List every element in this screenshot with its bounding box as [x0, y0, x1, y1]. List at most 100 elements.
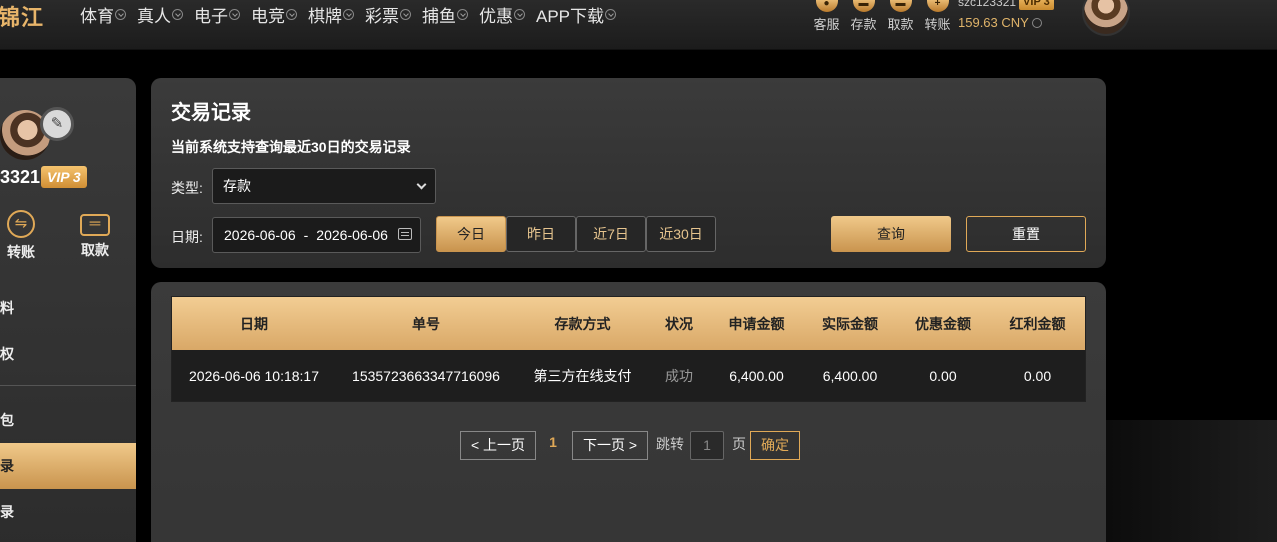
date-end: 2026-06-06	[316, 227, 388, 243]
sidebar-item-transaction-records[interactable]: 录	[0, 443, 136, 489]
calendar-icon	[398, 228, 412, 240]
vip-badge: VIP 3	[41, 166, 87, 188]
table-row: 2026-06-06 10:18:17 1535723663347716096 …	[172, 350, 1085, 401]
cell-discount-amount: 0.00	[896, 350, 990, 401]
chevron-down-icon	[286, 8, 297, 20]
current-page[interactable]: 1	[545, 431, 561, 460]
sidebar-item-wallet[interactable]: 包	[0, 397, 136, 443]
balance-text: 159.63 CNY	[958, 15, 1029, 30]
nav-item-promotions[interactable]: 优惠	[479, 3, 525, 26]
deposit-button[interactable]: ▬ 存款	[845, 0, 882, 33]
username-text: szc123321	[958, 0, 1017, 9]
table-header-row: 日期 单号 存款方式 状况 申请金额 实际金额 优惠金额 红利金额	[172, 297, 1085, 350]
column-header: 日期	[172, 297, 336, 350]
cell-requested-amount: 6,400.00	[709, 350, 804, 401]
customer-service-icon: ●	[815, 0, 838, 12]
nav-item-slots[interactable]: 电子	[194, 3, 240, 26]
range-7days-button[interactable]: 近7日	[576, 216, 646, 252]
customer-service-button[interactable]: ● 客服	[808, 0, 845, 33]
chevron-down-icon	[1031, 17, 1042, 28]
column-header: 状况	[649, 297, 709, 350]
column-header: 红利金额	[990, 297, 1085, 350]
transfer-icon: ⇋	[7, 210, 35, 238]
column-header: 单号	[336, 297, 516, 350]
column-header: 优惠金额	[896, 297, 990, 350]
sidebar-item-records[interactable]: 录	[0, 489, 136, 535]
column-header: 申请金额	[709, 297, 804, 350]
query-button[interactable]: 查询	[831, 216, 951, 252]
deposit-icon: ▬	[852, 0, 875, 12]
chevron-down-icon	[457, 8, 468, 20]
vip-badge: VIP 3	[1019, 0, 1054, 10]
header-quick-actions: ● 客服 ▬ 存款 ▬ 取款 + 转账	[808, 0, 956, 33]
quick-label: 取款	[887, 17, 914, 32]
date-label: 日期:	[171, 229, 203, 245]
date-start: 2026-06-06	[224, 227, 296, 243]
sidebar-item-label: 录	[0, 458, 14, 474]
avatar[interactable]	[1082, 0, 1130, 36]
header-user-info: szc123321 VIP 3 159.63 CNY	[958, 0, 1054, 30]
chevron-down-icon	[229, 8, 240, 20]
site-logo[interactable]: 锦江	[0, 0, 44, 32]
action-label: 转账	[7, 244, 35, 260]
query-note: 当前系统支持查询最近30日的交易记录	[171, 139, 411, 155]
nav-item-fishing[interactable]: 捕鱼	[422, 3, 468, 26]
quick-label: 存款	[850, 17, 877, 32]
chevron-down-icon	[172, 8, 183, 20]
reset-button[interactable]: 重置	[966, 216, 1086, 252]
cell-status: 成功	[649, 350, 709, 401]
cell-order-number: 1535723663347716096	[336, 350, 516, 401]
page-unit-label: 页	[732, 436, 746, 452]
action-label: 取款	[81, 242, 109, 258]
date-range-picker[interactable]: 2026-06-06-2026-06-06	[212, 217, 421, 253]
column-header: 存款方式	[516, 297, 649, 350]
balance-display[interactable]: 159.63 CNY	[958, 15, 1054, 30]
sidebar-transfer-button[interactable]: ⇋ 转账	[0, 210, 46, 262]
chevron-down-icon	[416, 179, 427, 190]
type-select[interactable]: 存款	[212, 168, 436, 204]
next-page-button[interactable]: 下一页 >	[572, 431, 648, 460]
nav-item-live[interactable]: 真人	[137, 3, 183, 26]
transaction-table: 日期 单号 存款方式 状况 申请金额 实际金额 优惠金额 红利金额 2026-0…	[172, 297, 1085, 401]
jump-confirm-button[interactable]: 确定	[750, 431, 800, 460]
chevron-down-icon	[605, 8, 617, 20]
header-username: szc123321 VIP 3	[958, 0, 1054, 10]
transfer-button[interactable]: + 转账	[919, 0, 956, 33]
results-panel: 日期 单号 存款方式 状况 申请金额 实际金额 优惠金额 红利金额 2026-0…	[151, 282, 1106, 542]
nav-item-app-download[interactable]: APP下载	[536, 3, 617, 26]
page-jump-input[interactable]: 1	[690, 431, 724, 460]
sidebar-divider	[0, 385, 136, 386]
column-header: 实际金额	[804, 297, 896, 350]
nav-item-sports[interactable]: 体育	[80, 3, 126, 26]
sidebar-item-label: 录	[0, 504, 14, 520]
edit-profile-button[interactable]: ✎	[40, 107, 74, 141]
main-nav: 体育 真人 电子 电竞 棋牌 彩票 捕鱼 优惠 APP下载	[80, 3, 627, 26]
background-decoration	[1106, 420, 1277, 542]
nav-item-esports[interactable]: 电竞	[251, 3, 297, 26]
nav-label: 捕鱼	[422, 6, 456, 26]
nav-label: APP下载	[536, 6, 605, 26]
sidebar-withdraw-button[interactable]: ═ 取款	[70, 210, 120, 260]
nav-label: 体育	[80, 6, 114, 26]
sidebar-item-label: 料	[0, 300, 14, 316]
edit-icon: ✎	[50, 115, 64, 132]
range-today-button[interactable]: 今日	[436, 216, 506, 252]
nav-label: 优惠	[479, 6, 513, 26]
range-30days-button[interactable]: 近30日	[646, 216, 716, 252]
withdraw-icon: ▬	[889, 0, 912, 12]
sidebar-item-permissions[interactable]: 权	[0, 331, 136, 377]
cell-date: 2026-06-06 10:18:17	[172, 350, 336, 401]
nav-item-lottery[interactable]: 彩票	[365, 3, 411, 26]
quick-label: 客服	[813, 17, 840, 32]
chevron-down-icon	[343, 8, 354, 20]
sidebar-item-label: 权	[0, 346, 14, 362]
range-yesterday-button[interactable]: 昨日	[506, 216, 576, 252]
sidebar-item-profile[interactable]: 料	[0, 285, 136, 331]
quick-label: 转账	[924, 17, 951, 32]
nav-item-cards[interactable]: 棋牌	[308, 3, 354, 26]
withdraw-button[interactable]: ▬ 取款	[882, 0, 919, 33]
prev-page-button[interactable]: < 上一页	[460, 431, 536, 460]
cell-deposit-method: 第三方在线支付	[516, 350, 649, 401]
top-bar: 锦江 体育 真人 电子 电竞 棋牌 彩票 捕鱼 优惠 APP下载 ● 客服 ▬ 存款…	[0, 0, 1277, 50]
nav-label: 电子	[194, 6, 228, 26]
